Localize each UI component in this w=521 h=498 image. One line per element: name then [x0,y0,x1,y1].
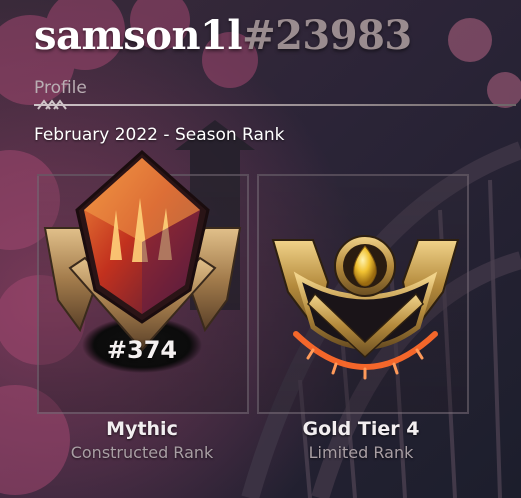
season-rank-label: February 2022 - Season Rank [34,125,285,145]
constructed-rank-name: Mythic [106,418,178,440]
header-divider [34,104,516,106]
gold-rank-emblem-icon [271,235,460,380]
chevron-ornament-icon [37,99,67,110]
profile-section-label: Profile [34,78,87,98]
limited-rank-type: Limited Rank [308,443,414,462]
mythic-leaderboard-position: #374 [106,336,178,364]
username-tag: #23983 [242,12,412,59]
limited-rank-name: Gold Tier 4 [302,418,420,440]
username-name: samson1l [34,12,243,59]
constructed-rank-type: Constructed Rank [70,443,214,462]
username: samson1l#23983 [34,12,412,59]
